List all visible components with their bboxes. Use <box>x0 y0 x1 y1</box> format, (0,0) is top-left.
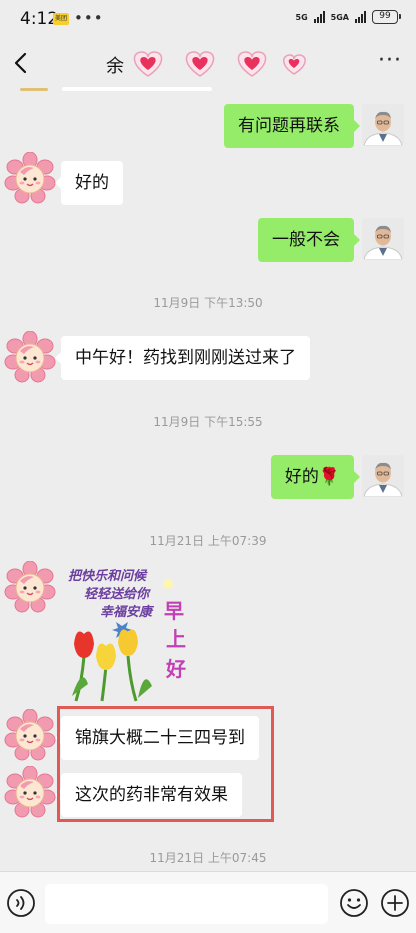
doctor-avatar[interactable] <box>362 455 404 497</box>
doctor-avatar[interactable] <box>362 218 404 260</box>
emoji-icon[interactable] <box>339 888 369 918</box>
message-input[interactable] <box>45 884 328 924</box>
highlight-annotation <box>57 706 274 822</box>
flower-avatar[interactable] <box>4 152 56 204</box>
voice-icon[interactable] <box>6 888 36 918</box>
heart-sticker-icon <box>133 51 306 77</box>
signal-icon <box>313 11 325 23</box>
their-message-bubble[interactable]: 中午好！药找到刚刚送过来了 <box>55 336 310 380</box>
signal-icon <box>355 11 366 23</box>
chat-title[interactable]: 余 <box>106 52 124 78</box>
flower-avatar[interactable] <box>4 331 56 383</box>
chat-header: 余 ··· <box>0 40 416 86</box>
chat-message-list[interactable]: 有问题再联系 好的 一般不会 11月9日 下午13:50 中午好！药找到刚刚送过… <box>0 86 416 871</box>
previous-message-edge <box>0 86 416 94</box>
timestamp: 11月21日 上午07:45 <box>149 851 267 865</box>
sticker-text: 把快乐和问候 <box>68 568 148 584</box>
sticker-text: 轻轻送给你 <box>84 586 151 602</box>
their-message-bubble[interactable]: 好的 <box>55 161 123 205</box>
doctor-avatar[interactable] <box>362 104 404 146</box>
sticker-text: 好 <box>165 657 186 681</box>
my-message-bubble[interactable]: 有问题再联系 <box>224 104 360 148</box>
timestamp: 11月9日 下午13:50 <box>153 296 263 310</box>
plus-icon[interactable] <box>380 888 410 918</box>
sticker-text: 幸福安康 <box>100 604 155 620</box>
more-dots-icon[interactable]: ··· <box>378 48 402 73</box>
timestamp: 11月21日 上午07:39 <box>149 534 267 548</box>
my-message-bubble[interactable]: 一般不会 <box>258 218 360 262</box>
my-message-bubble[interactable]: 好的🌹 <box>270 455 361 499</box>
status-bar: 4:12 美团 ••• 5G 5GA 99 <box>0 0 416 40</box>
app-notification-icon: 美团 <box>53 13 69 25</box>
back-icon[interactable] <box>6 46 36 80</box>
flower-avatar[interactable] <box>4 561 56 613</box>
sticker-text: 早 <box>164 599 184 623</box>
input-bar <box>0 871 416 933</box>
sticker-text: 上 <box>166 627 186 651</box>
flower-avatar[interactable] <box>4 709 56 761</box>
network-label-5g: 5G <box>295 12 308 22</box>
status-indicators: 5G 5GA 99 <box>295 10 401 24</box>
timestamp: 11月9日 下午15:55 <box>153 415 263 429</box>
good-morning-sticker[interactable]: 把快乐和问候 轻轻送给你 幸福安康 早 上 好 <box>62 556 192 704</box>
battery-icon: 99 <box>372 10 401 24</box>
more-notifications-icon: ••• <box>74 9 104 27</box>
network-label-5ga: 5GA <box>330 12 349 22</box>
flower-avatar[interactable] <box>4 766 56 818</box>
